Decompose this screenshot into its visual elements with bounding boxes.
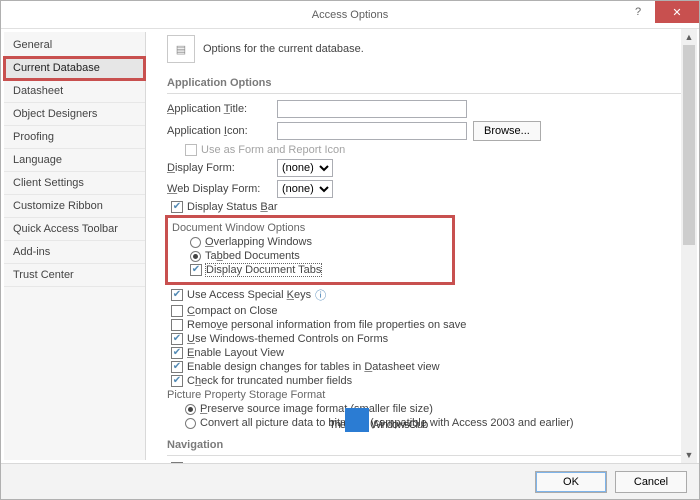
display-form-select[interactable]: (none)	[277, 159, 333, 177]
sidebar-item-object-designers[interactable]: Object Designers	[4, 103, 145, 126]
scrollbar[interactable]: ▲ ▼	[681, 29, 697, 463]
convert-bitmaps-label: Convert all picture data to bitmaps (com…	[200, 417, 574, 429]
browse-button[interactable]: Browse...	[473, 121, 541, 141]
display-document-tabs-checkbox[interactable]: ✔	[190, 264, 202, 276]
scroll-down-icon[interactable]: ▼	[681, 447, 697, 463]
main-panel: ▤ Options for the current database. Appl…	[149, 29, 699, 463]
sidebar-item-general[interactable]: General	[4, 34, 145, 57]
sidebar-item-client-settings[interactable]: Client Settings	[4, 172, 145, 195]
remove-pi-label: Remove personal information from file pr…	[187, 319, 466, 331]
preserve-source-label: Preserve source image format (smaller fi…	[200, 403, 433, 415]
picture-format-label: Picture Property Storage Format	[167, 389, 689, 401]
display-document-tabs-label: Display Document Tabs	[206, 264, 321, 276]
truncated-checkbox[interactable]: ✔	[171, 375, 183, 387]
web-display-form-select[interactable]: (none)	[277, 180, 333, 198]
compact-checkbox[interactable]	[171, 305, 183, 317]
sidebar-item-proofing[interactable]: Proofing	[4, 126, 145, 149]
sidebar-item-datasheet[interactable]: Datasheet	[4, 80, 145, 103]
display-form-label: Display Form:	[167, 162, 271, 174]
sidebar-item-customize-ribbon[interactable]: Customize Ribbon	[4, 195, 145, 218]
sidebar-item-language[interactable]: Language	[4, 149, 145, 172]
app-icon-input[interactable]	[277, 122, 467, 140]
design-changes-label: Enable design changes for tables in Data…	[187, 361, 440, 373]
section-navigation: Navigation	[167, 435, 689, 456]
document-window-options-highlight: Document Window Options Overlapping Wind…	[165, 215, 455, 285]
sidebar: General Current Database Datasheet Objec…	[4, 32, 146, 460]
special-keys-label: Use Access Special Keys	[187, 289, 311, 301]
tabbed-documents-radio[interactable]	[190, 251, 201, 262]
compact-label: Compact on Close	[187, 305, 278, 317]
overlapping-windows-label: Overlapping Windows	[205, 236, 312, 248]
database-icon: ▤	[167, 35, 195, 63]
truncated-label: Check for truncated number fields	[187, 375, 352, 387]
sidebar-item-addins[interactable]: Add-ins	[4, 241, 145, 264]
display-nav-pane-label: Display Navigation Pane	[187, 462, 307, 463]
scrollbar-thumb[interactable]	[683, 45, 695, 245]
web-display-form-label: Web Display Form:	[167, 183, 271, 195]
scroll-up-icon[interactable]: ▲	[681, 29, 697, 45]
themed-checkbox[interactable]: ✔	[171, 333, 183, 345]
access-options-dialog: Access Options ? ✕ General Current Datab…	[0, 0, 700, 500]
ok-button[interactable]: OK	[535, 471, 607, 493]
overlapping-windows-radio[interactable]	[190, 237, 201, 248]
banner: ▤ Options for the current database.	[167, 35, 689, 63]
footer: OK Cancel	[1, 463, 699, 499]
sidebar-item-current-database[interactable]: Current Database	[4, 57, 145, 80]
use-as-icon-label: Use as Form and Report Icon	[201, 144, 345, 156]
close-button[interactable]: ✕	[655, 1, 699, 23]
design-changes-checkbox[interactable]: ✔	[171, 361, 183, 373]
doc-window-options-label: Document Window Options	[172, 222, 448, 234]
themed-label: Use Windows-themed Controls on Forms	[187, 333, 388, 345]
help-button[interactable]: ?	[621, 1, 655, 23]
preserve-source-radio[interactable]	[185, 404, 196, 415]
app-icon-label: Application Icon:	[167, 125, 271, 137]
banner-text: Options for the current database.	[203, 43, 364, 55]
cancel-button[interactable]: Cancel	[615, 471, 687, 493]
app-title-label: AApplication Title:pplication Title:	[167, 103, 271, 115]
layout-view-label: Enable Layout View	[187, 347, 284, 359]
display-status-bar-checkbox[interactable]: ✔	[171, 201, 183, 213]
use-as-icon-checkbox	[185, 144, 197, 156]
titlebar: Access Options ? ✕	[1, 1, 699, 29]
section-application-options: Application Options	[167, 73, 689, 94]
display-nav-pane-checkbox[interactable]: ✔	[171, 462, 183, 463]
convert-bitmaps-radio[interactable]	[185, 418, 196, 429]
sidebar-item-trust-center[interactable]: Trust Center	[4, 264, 145, 287]
display-status-bar-label: Display Status Bar	[187, 201, 278, 213]
remove-pi-checkbox[interactable]	[171, 319, 183, 331]
special-keys-checkbox[interactable]: ✔	[171, 289, 183, 301]
info-icon[interactable]: ⓘ	[315, 287, 326, 303]
sidebar-item-quick-access-toolbar[interactable]: Quick Access Toolbar	[4, 218, 145, 241]
app-title-input[interactable]	[277, 100, 467, 118]
tabbed-documents-label: Tabbed Documents	[205, 250, 300, 262]
layout-view-checkbox[interactable]: ✔	[171, 347, 183, 359]
dialog-title: Access Options	[312, 9, 388, 21]
